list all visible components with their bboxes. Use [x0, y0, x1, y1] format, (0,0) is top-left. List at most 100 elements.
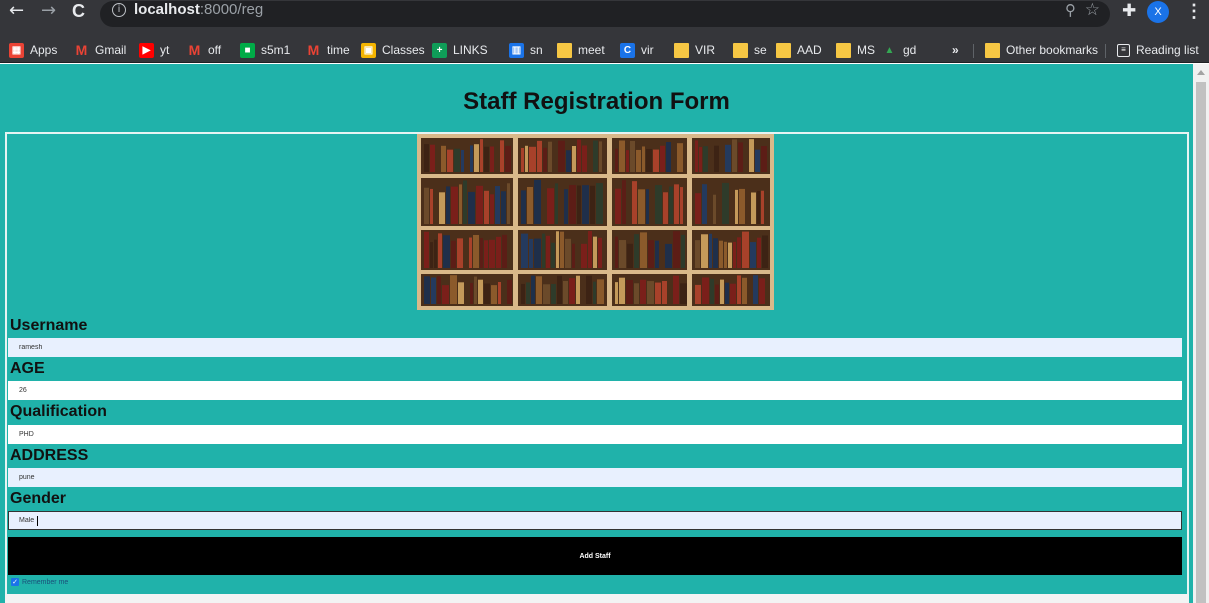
book-spine: [680, 187, 683, 224]
book-spine: [586, 275, 592, 304]
vertical-scrollbar[interactable]: [1193, 64, 1209, 603]
bookmark-apps[interactable]: ▦ Apps: [9, 40, 57, 60]
bookmark-off[interactable]: Moff: [187, 40, 221, 60]
add-staff-button[interactable]: Add Staff: [8, 537, 1182, 575]
reading-list-button[interactable]: ≡ Reading list: [1117, 40, 1199, 60]
forward-button[interactable]: →: [41, 1, 56, 21]
folder-icon: [733, 42, 748, 58]
back-button[interactable]: ←: [9, 1, 24, 21]
bookmark-label: MS: [857, 43, 875, 57]
bookmark-yt[interactable]: ▶ yt: [139, 40, 169, 60]
remember-me-option[interactable]: ✓ Remember me: [11, 578, 68, 586]
bookmarks-divider: [973, 44, 974, 58]
book-spine: [473, 234, 479, 268]
book-spine: [714, 145, 719, 172]
book-spine: [593, 140, 598, 172]
bookmark-star-icon[interactable]: ☆: [1085, 0, 1100, 20]
bookmark-links[interactable]: + LINKS: [432, 40, 488, 60]
bookmark-label: se: [754, 43, 767, 57]
book-spine: [725, 282, 729, 304]
book-spine: [715, 284, 719, 304]
bookmark-ms[interactable]: MS: [836, 40, 875, 60]
book-spine: [634, 283, 639, 304]
book-spine: [669, 186, 673, 224]
book-spine: [551, 283, 556, 304]
book-spine: [547, 188, 554, 224]
book-spine: [703, 146, 708, 172]
book-spine: [582, 145, 587, 172]
book-spine: [505, 145, 511, 172]
book-spine: [730, 283, 736, 304]
username-input[interactable]: [8, 338, 1182, 357]
other-bookmarks-button[interactable]: Other bookmarks: [985, 40, 1098, 60]
bookmark-label: VIR: [695, 43, 716, 57]
bookmark-sn[interactable]: ▥ sn: [509, 40, 543, 60]
bookmark-label: gd: [903, 43, 917, 57]
book-spine: [735, 189, 738, 224]
drive-icon: ▲: [884, 44, 895, 56]
book-spine: [597, 279, 604, 304]
book-spine: [489, 239, 495, 268]
bookmark-time[interactable]: Mtime: [306, 40, 350, 60]
zoom-search-icon[interactable]: ⚲: [1065, 1, 1076, 19]
book-spine: [569, 184, 576, 224]
reload-button[interactable]: C: [72, 1, 85, 21]
kebab-menu-icon[interactable]: ⋮: [1185, 1, 1203, 22]
book-spine: [699, 147, 702, 172]
remember-me-checkbox[interactable]: ✓: [11, 578, 19, 586]
book-spine: [577, 139, 581, 172]
book-spine: [529, 146, 536, 172]
scrollbar-thumb[interactable]: [1196, 82, 1206, 603]
text-caret: [37, 516, 38, 526]
book-spine: [500, 140, 504, 172]
site-info-icon[interactable]: i: [112, 3, 126, 17]
book-spine: [430, 242, 433, 268]
bookmark-label: Gmail: [95, 43, 127, 57]
bookmark-gmail[interactable]: M Gmail: [74, 40, 127, 60]
book-spine: [478, 279, 483, 304]
meet-icon: ■: [240, 42, 255, 58]
bookmark-vir[interactable]: Cvir: [620, 40, 654, 60]
book-spine: [577, 185, 581, 224]
bookmark-label: vir: [641, 43, 654, 57]
bookmark-vir[interactable]: VIR: [674, 40, 715, 60]
scroll-up-arrow-icon[interactable]: [1197, 70, 1205, 75]
book-spine: [695, 240, 700, 268]
book-spine: [720, 279, 724, 304]
book-spine: [681, 234, 685, 268]
profile-avatar[interactable]: X: [1147, 1, 1169, 23]
bookmark-se[interactable]: se: [733, 40, 767, 60]
bookmark-meet[interactable]: meet: [557, 40, 605, 60]
bookmark-s5m1[interactable]: ■ s5m1: [240, 40, 290, 60]
book-spine: [490, 194, 494, 224]
url-text[interactable]: localhost:8000/reg: [134, 1, 263, 19]
book-spine: [521, 283, 525, 304]
address-bar[interactable]: i localhost:8000/reg ⚲ ☆: [100, 0, 1110, 27]
address-input[interactable]: [8, 468, 1182, 487]
bookmark-gd[interactable]: ▲ gd: [882, 40, 917, 60]
gender-input[interactable]: [8, 511, 1182, 530]
book-spine: [542, 233, 545, 268]
bookmark-aad[interactable]: AAD: [776, 40, 822, 60]
folder-icon: [674, 42, 689, 58]
book-spine: [673, 275, 679, 304]
qualification-input[interactable]: [8, 425, 1182, 444]
book-spine: [557, 275, 562, 304]
book-spine: [646, 148, 652, 172]
extensions-puzzle-icon[interactable]: ✚: [1122, 1, 1136, 21]
book-spine: [640, 279, 646, 304]
book-spine: [560, 231, 564, 268]
book-spine: [626, 150, 629, 172]
book-spine: [710, 278, 714, 304]
book-spine: [484, 146, 489, 172]
book-spine: [750, 242, 756, 268]
book-spine: [593, 236, 597, 268]
book-spine: [572, 146, 576, 172]
apps-grid-icon: ▦: [9, 42, 24, 58]
age-input[interactable]: [8, 381, 1182, 400]
book-spine: [527, 186, 533, 224]
bookmark-classes[interactable]: ▣ Classes: [361, 40, 425, 60]
bookmarks-overflow-button[interactable]: »: [952, 40, 959, 60]
book-spine: [424, 144, 429, 172]
book-spine: [451, 240, 456, 268]
